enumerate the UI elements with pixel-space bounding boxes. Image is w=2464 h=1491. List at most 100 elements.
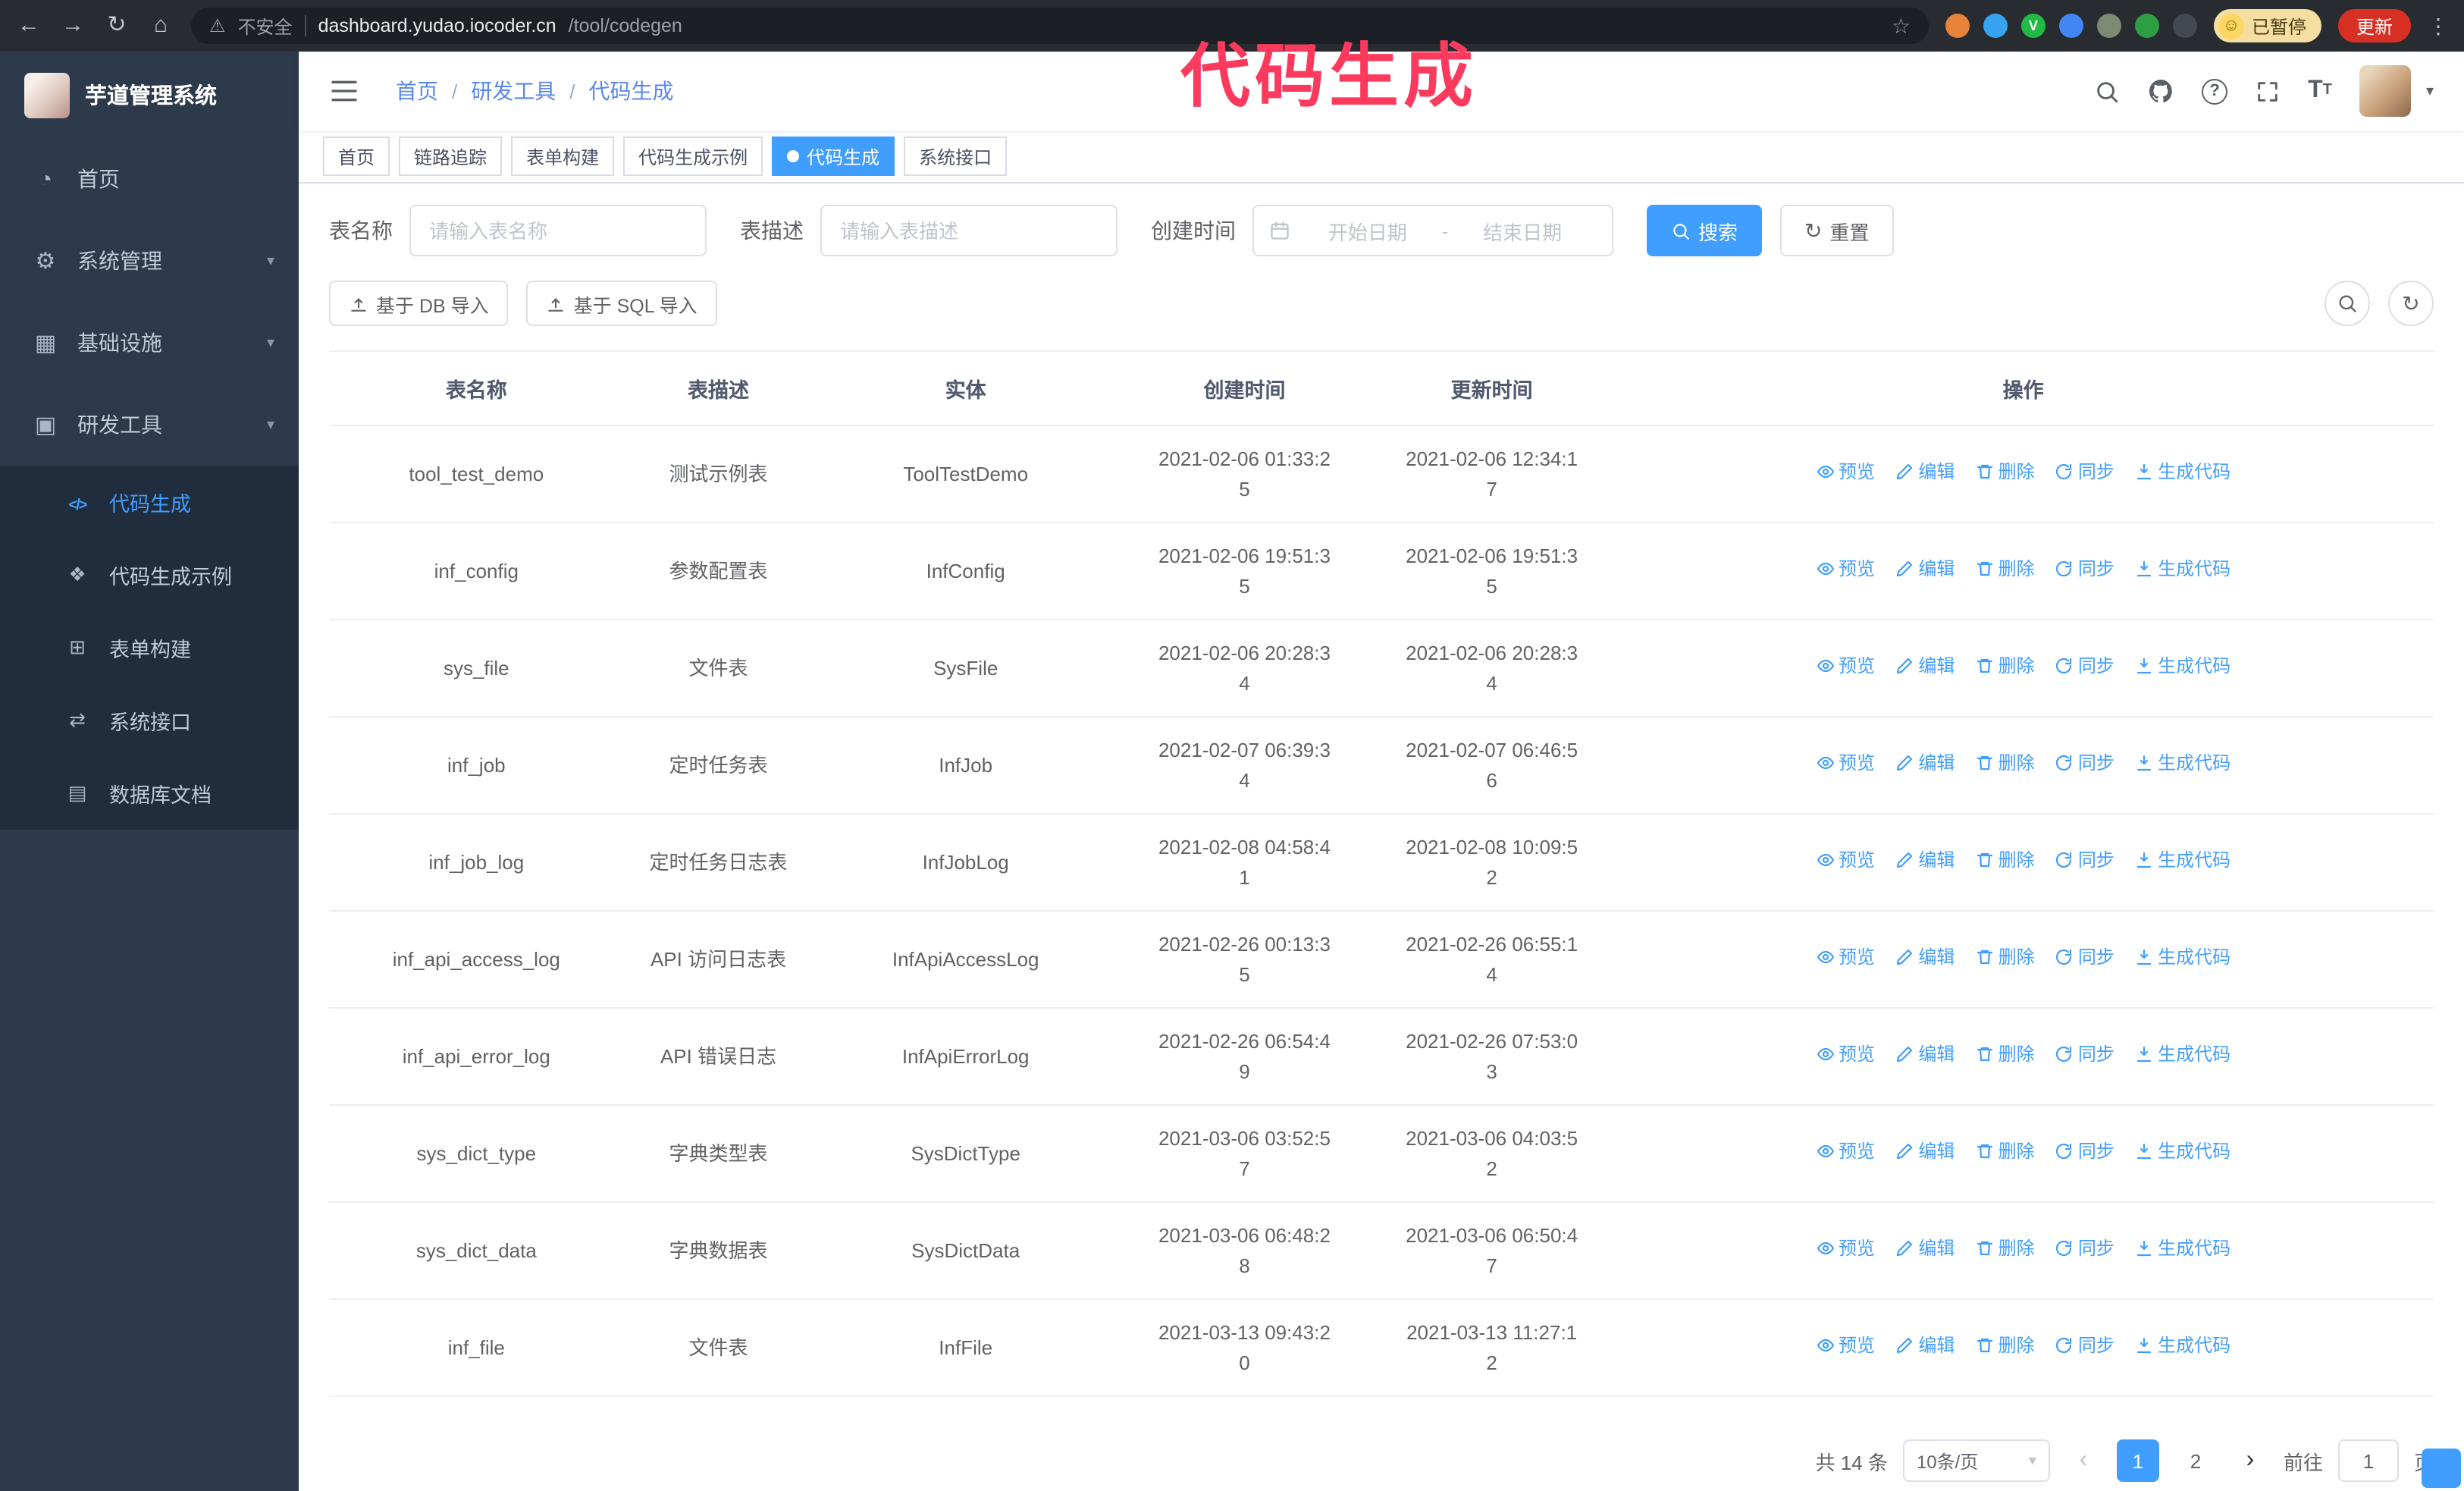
edit-link[interactable]: 编辑 [1895, 1138, 1955, 1166]
browser-menu-icon[interactable]: ⋮ [2428, 13, 2449, 39]
back-icon[interactable]: ← [15, 0, 42, 52]
edit-link[interactable]: 编辑 [1895, 1235, 1955, 1263]
help-icon[interactable]: ? [2202, 78, 2228, 104]
extension-icon[interactable]: V [2020, 14, 2045, 38]
generate-code-link[interactable]: 生成代码 [2135, 459, 2230, 486]
sidebar-item[interactable]: 首页 [0, 138, 299, 220]
delete-link[interactable]: 删除 [1976, 653, 2035, 680]
sync-link[interactable]: 同步 [2055, 1235, 2114, 1263]
sync-link[interactable]: 同步 [2055, 944, 2114, 972]
refresh-button[interactable]: ↻ [2388, 281, 2434, 326]
preview-link[interactable]: 预览 [1816, 1138, 1875, 1166]
delete-link[interactable]: 删除 [1976, 1235, 2035, 1263]
breadcrumb-dev-tools[interactable]: 研发工具 [471, 76, 556, 106]
delete-link[interactable]: 删除 [1976, 750, 2035, 777]
extension-icon[interactable] [2096, 14, 2121, 38]
browser-update-button[interactable]: 更新 [2337, 9, 2411, 42]
edit-link[interactable]: 编辑 [1895, 1332, 1955, 1360]
edit-link[interactable]: 编辑 [1895, 847, 1955, 874]
preview-link[interactable]: 预览 [1816, 459, 1875, 486]
sidebar-toggle-icon[interactable] [329, 76, 359, 106]
preview-link[interactable]: 预览 [1816, 1332, 1875, 1360]
view-tab[interactable]: 首页 × [323, 137, 390, 176]
sync-paused-badge[interactable]: ☺ 已暂停 [2213, 9, 2321, 42]
sidebar-item[interactable]: 基础设施 [0, 302, 299, 384]
view-tab[interactable]: 链路追踪 × [399, 137, 503, 176]
page-size-select[interactable]: 10条/页 ▾ [1902, 1439, 2050, 1482]
extension-icon[interactable] [2172, 14, 2197, 38]
generate-code-link[interactable]: 生成代码 [2135, 944, 2230, 972]
extension-icon[interactable] [1945, 14, 1970, 38]
preview-link[interactable]: 预览 [1816, 1041, 1875, 1069]
preview-link[interactable]: 预览 [1816, 556, 1875, 583]
date-range-picker[interactable]: 开始日期 - 结束日期 [1252, 205, 1613, 256]
extension-icon[interactable] [2058, 14, 2083, 38]
generate-code-link[interactable]: 生成代码 [2135, 1235, 2230, 1263]
delete-link[interactable]: 删除 [1976, 944, 2035, 972]
preview-link[interactable]: 预览 [1816, 653, 1875, 680]
view-tab[interactable]: 代码生成 × [772, 137, 895, 176]
view-tab[interactable]: 系统接口 × [904, 137, 1008, 176]
reset-button[interactable]: ↻ 重置 [1780, 205, 1894, 256]
generate-code-link[interactable]: 生成代码 [2135, 653, 2230, 680]
reload-icon[interactable]: ↻ [103, 0, 130, 52]
font-size-icon[interactable]: TT [2308, 78, 2332, 103]
date-start-placeholder[interactable]: 开始日期 [1293, 216, 1442, 245]
edit-link[interactable]: 编辑 [1895, 1041, 1955, 1069]
sync-link[interactable]: 同步 [2055, 653, 2114, 680]
edit-link[interactable]: 编辑 [1895, 653, 1955, 680]
delete-link[interactable]: 删除 [1976, 1332, 2035, 1360]
sync-link[interactable]: 同步 [2055, 750, 2114, 777]
next-page-icon[interactable]: › [2232, 1447, 2268, 1474]
sidebar-subitem[interactable]: 数据库文档 [0, 757, 299, 830]
import-sql-button[interactable]: 基于 SQL 导入 [526, 281, 717, 326]
sidebar-subitem[interactable]: 系统接口 [0, 684, 299, 757]
bookmark-star-icon[interactable]: ☆ [1892, 13, 1911, 39]
generate-code-link[interactable]: 生成代码 [2135, 1332, 2230, 1360]
generate-code-link[interactable]: 生成代码 [2135, 1041, 2230, 1069]
extension-icon[interactable] [2134, 14, 2159, 38]
date-end-placeholder[interactable]: 结束日期 [1448, 216, 1597, 245]
table-name-input[interactable] [409, 205, 707, 256]
sync-link[interactable]: 同步 [2055, 459, 2114, 486]
delete-link[interactable]: 删除 [1976, 847, 2035, 874]
preview-link[interactable]: 预览 [1816, 944, 1875, 972]
delete-link[interactable]: 删除 [1976, 556, 2035, 583]
generate-code-link[interactable]: 生成代码 [2135, 750, 2230, 777]
generate-code-link[interactable]: 生成代码 [2135, 1138, 2230, 1166]
search-icon[interactable] [2094, 78, 2120, 104]
preview-link[interactable]: 预览 [1816, 847, 1875, 874]
page-number-button[interactable]: 1 [2116, 1439, 2159, 1482]
sync-link[interactable]: 同步 [2055, 847, 2114, 874]
address-bar[interactable]: ⚠ 不安全 dashboard.yudao.iocoder.cn/tool/co… [191, 8, 1929, 44]
avatar-caret-icon[interactable]: ▾ [2426, 83, 2434, 99]
sync-link[interactable]: 同步 [2055, 1332, 2114, 1360]
page-number-button[interactable]: 2 [2174, 1439, 2217, 1482]
edit-link[interactable]: 编辑 [1895, 944, 1955, 972]
avatar[interactable] [2359, 65, 2411, 117]
generate-code-link[interactable]: 生成代码 [2135, 556, 2230, 583]
github-icon[interactable] [2147, 77, 2174, 105]
view-tab[interactable]: 表单构建 × [511, 137, 615, 176]
sidebar-subitem[interactable]: 表单构建 [0, 611, 299, 684]
forward-icon[interactable]: → [59, 0, 86, 52]
sync-link[interactable]: 同步 [2055, 556, 2114, 583]
fullscreen-icon[interactable] [2255, 78, 2281, 104]
floating-action-button[interactable] [2422, 1449, 2461, 1488]
logo[interactable]: 芋道管理系统 [0, 52, 299, 138]
preview-link[interactable]: 预览 [1816, 750, 1875, 777]
breadcrumb-home[interactable]: 首页 [396, 76, 438, 106]
sidebar-item[interactable]: 系统管理 [0, 220, 299, 302]
edit-link[interactable]: 编辑 [1895, 459, 1955, 486]
table-desc-input[interactable] [820, 205, 1118, 256]
sync-link[interactable]: 同步 [2055, 1041, 2114, 1069]
sidebar-item[interactable]: 研发工具 [0, 384, 299, 466]
delete-link[interactable]: 删除 [1976, 1041, 2035, 1069]
sidebar-subitem[interactable]: 代码生成示例 [0, 538, 299, 611]
sync-link[interactable]: 同步 [2055, 1138, 2114, 1166]
goto-page-input[interactable] [2337, 1439, 2399, 1482]
delete-link[interactable]: 删除 [1976, 1138, 2035, 1166]
edit-link[interactable]: 编辑 [1895, 556, 1955, 583]
import-db-button[interactable]: 基于 DB 导入 [329, 281, 509, 326]
edit-link[interactable]: 编辑 [1895, 750, 1955, 777]
